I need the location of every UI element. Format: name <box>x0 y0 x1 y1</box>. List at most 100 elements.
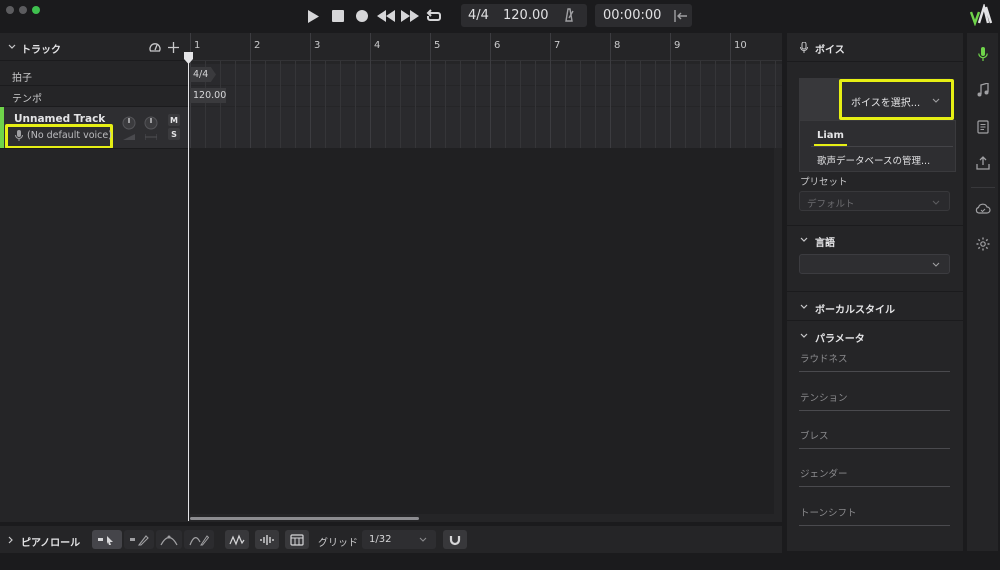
param-breath-label: ブレス <box>800 431 829 442</box>
mute-button[interactable]: M <box>168 114 180 126</box>
chevron-down-icon <box>932 200 940 205</box>
beat-grid-line <box>385 61 386 148</box>
bar-grid-line <box>430 33 431 148</box>
param-tension-label: テンション <box>800 393 848 404</box>
timeline-ruler[interactable] <box>188 33 782 61</box>
play-button[interactable] <box>305 6 321 26</box>
horizontal-scrollbar[interactable] <box>190 517 419 520</box>
voice-select-label[interactable]: ボイスを選択... <box>851 94 920 109</box>
dropdown-item-liam[interactable]: Liam <box>817 130 844 141</box>
tempo-lane[interactable] <box>188 86 782 106</box>
metronome-icon[interactable] <box>563 8 575 22</box>
window-minimize-button[interactable] <box>19 6 27 14</box>
waveform-icon <box>260 534 274 545</box>
beat-grid-line <box>415 61 416 148</box>
beat-grid-line <box>535 61 536 148</box>
waveform-toggle[interactable] <box>255 530 279 549</box>
beat-grid-line <box>295 61 296 148</box>
select-tool-button[interactable] <box>92 530 122 549</box>
rewind-icon <box>377 10 395 22</box>
pitch-curve-toggle[interactable] <box>225 530 249 549</box>
chevron-down-icon <box>932 98 940 103</box>
rewind-button[interactable] <box>376 6 396 26</box>
bar-grid-line <box>550 33 551 148</box>
beat-grid-line <box>715 61 716 148</box>
param-tone-shift-slider[interactable] <box>799 525 950 526</box>
record-icon <box>356 10 368 22</box>
piano-roll-title[interactable]: ピアノロール <box>21 534 80 549</box>
beat-grid-line <box>565 61 566 148</box>
beat-grid-line <box>325 61 326 148</box>
draw-curve-tool-button[interactable] <box>184 530 214 549</box>
piano-keyboard-toggle[interactable] <box>285 530 309 549</box>
settings-gear-icon[interactable] <box>976 237 990 251</box>
collapse-chevron-icon[interactable] <box>8 44 16 50</box>
param-loudness-slider[interactable] <box>799 371 950 372</box>
go-to-start-icon[interactable] <box>674 10 688 22</box>
beat-grid-line <box>745 61 746 148</box>
piano-keyboard-icon <box>290 533 304 546</box>
language-select[interactable] <box>799 254 950 274</box>
time-signature-tempo-box[interactable]: 4/4 120.00 <box>461 4 587 27</box>
solo-button[interactable]: S <box>168 128 180 140</box>
snap-toggle[interactable] <box>443 530 467 549</box>
export-tab-icon[interactable] <box>976 156 990 170</box>
right-sidebar <box>967 33 998 551</box>
fast-forward-button[interactable] <box>400 6 420 26</box>
pitch-curve-icon <box>229 533 245 546</box>
divider <box>787 225 963 226</box>
window-close-button[interactable] <box>6 6 14 14</box>
beat-lane[interactable] <box>188 64 782 85</box>
expand-chevron-icon[interactable] <box>8 536 14 544</box>
beat-marker-label: 4/4 <box>193 69 209 80</box>
collapse-chevron-icon[interactable] <box>800 333 808 339</box>
playhead-line[interactable] <box>188 61 189 521</box>
dropdown-item-manage-db[interactable]: 歌声データベースの管理... <box>817 153 930 167</box>
cloud-tab-icon[interactable] <box>975 202 991 214</box>
loop-button[interactable] <box>424 6 444 26</box>
bar-number: 9 <box>674 40 681 51</box>
track-lane[interactable] <box>188 107 782 148</box>
beat-grid-line <box>655 61 656 148</box>
divider <box>787 320 963 321</box>
tempo-gauge-icon[interactable] <box>149 41 161 53</box>
preset-label: プリセット <box>800 177 848 188</box>
voice-tab-icon[interactable] <box>978 47 988 61</box>
chevron-down-icon <box>419 537 427 542</box>
record-button[interactable] <box>354 6 370 26</box>
beat-grid-line <box>355 61 356 148</box>
stop-button[interactable] <box>330 6 346 26</box>
arrangement-empty-area[interactable] <box>190 148 774 514</box>
voice-panel-title: ボイス <box>815 45 845 56</box>
chevron-down-icon <box>932 262 940 267</box>
pan-knob-icon[interactable] <box>144 116 158 130</box>
window-zoom-button[interactable] <box>32 6 40 14</box>
parameters-section-title[interactable]: パラメータ <box>815 330 865 345</box>
lyrics-book-tab-icon[interactable] <box>977 120 989 134</box>
music-note-tab-icon[interactable] <box>977 83 989 97</box>
add-track-icon[interactable] <box>168 42 179 53</box>
default-voice-label[interactable]: (No default voice) <box>27 130 112 141</box>
param-gender-slider[interactable] <box>799 486 950 487</box>
collapse-chevron-icon[interactable] <box>800 304 808 310</box>
beat-grid-line <box>580 61 581 148</box>
pan-bar-icon <box>145 134 157 140</box>
bar-number: 5 <box>434 40 441 51</box>
param-loudness-label: ラウドネス <box>800 354 848 365</box>
language-section-title[interactable]: 言語 <box>815 234 835 249</box>
volume-knob-icon[interactable] <box>122 116 136 130</box>
playhead-handle-icon[interactable] <box>184 52 193 64</box>
beat-grid-line <box>775 61 776 148</box>
tempo-value[interactable]: 120.00 <box>503 8 549 23</box>
select-tool-icon <box>98 535 113 545</box>
collapse-chevron-icon[interactable] <box>800 237 808 243</box>
pencil-tool-button[interactable] <box>124 530 154 549</box>
param-breath-slider[interactable] <box>799 448 950 449</box>
time-signature[interactable]: 4/4 <box>468 8 489 23</box>
time-display: 00:00:00 <box>603 8 662 23</box>
vocal-style-section-title[interactable]: ボーカルスタイル <box>815 301 895 316</box>
bar-grid-line <box>250 33 251 148</box>
beat-grid-line <box>265 61 266 148</box>
param-tension-slider[interactable] <box>799 410 950 411</box>
curve-tool-button[interactable] <box>156 530 182 549</box>
